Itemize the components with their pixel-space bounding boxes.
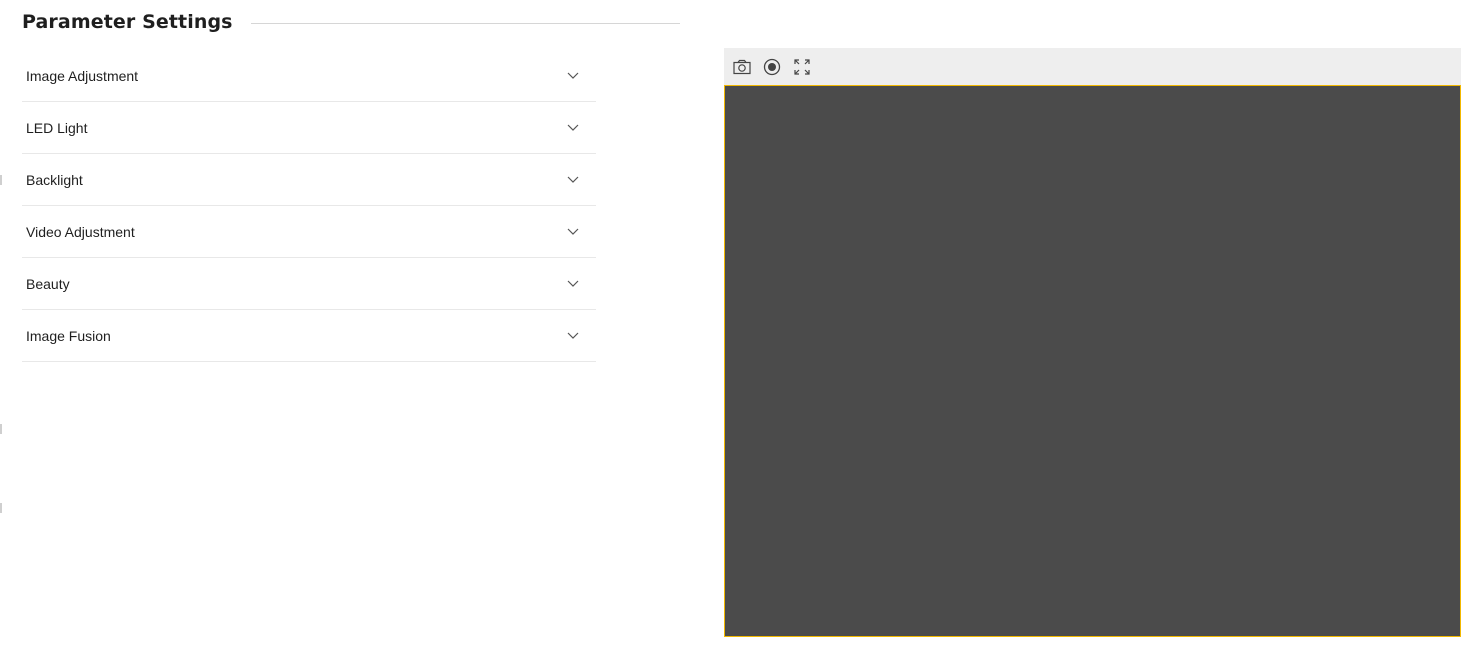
section-header: Parameter Settings xyxy=(22,8,680,36)
camera-icon[interactable] xyxy=(732,57,752,77)
accordion-item-label: LED Light xyxy=(26,119,88,136)
chevron-down-icon[interactable] xyxy=(566,69,580,83)
accordion-item-image-fusion[interactable]: Image Fusion xyxy=(22,310,596,362)
accordion-item-led-light[interactable]: LED Light xyxy=(22,102,596,154)
accordion-item-label: Video Adjustment xyxy=(26,223,135,240)
chevron-down-icon[interactable] xyxy=(566,225,580,239)
video-toolbar xyxy=(724,48,1461,85)
page-title: Parameter Settings xyxy=(22,11,233,33)
chevron-down-icon[interactable] xyxy=(566,121,580,135)
edge-mark xyxy=(0,175,2,185)
accordion-item-video-adjustment[interactable]: Video Adjustment xyxy=(22,206,596,258)
settings-accordion: Image Adjustment LED Light Backlight Vid… xyxy=(22,50,596,362)
chevron-down-icon[interactable] xyxy=(566,277,580,291)
accordion-item-label: Image Adjustment xyxy=(26,67,139,84)
accordion-item-label: Backlight xyxy=(26,171,83,188)
accordion-item-label: Image Fusion xyxy=(26,327,111,344)
live-video-panel xyxy=(724,48,1461,637)
video-viewport[interactable] xyxy=(724,85,1461,637)
edge-mark xyxy=(0,503,2,513)
parameter-settings-page: Parameter Settings Image Adjustment LED … xyxy=(0,0,1468,653)
accordion-item-image-adjustment[interactable]: Image Adjustment xyxy=(22,50,596,102)
record-icon[interactable] xyxy=(762,57,782,77)
header-divider xyxy=(250,22,680,24)
chevron-down-icon[interactable] xyxy=(566,173,580,187)
accordion-item-label: Beauty xyxy=(26,275,70,292)
accordion-item-backlight[interactable]: Backlight xyxy=(22,154,596,206)
fullscreen-icon[interactable] xyxy=(792,57,812,77)
accordion-item-beauty[interactable]: Beauty xyxy=(22,258,596,310)
chevron-down-icon[interactable] xyxy=(566,329,580,343)
edge-mark xyxy=(0,424,2,434)
